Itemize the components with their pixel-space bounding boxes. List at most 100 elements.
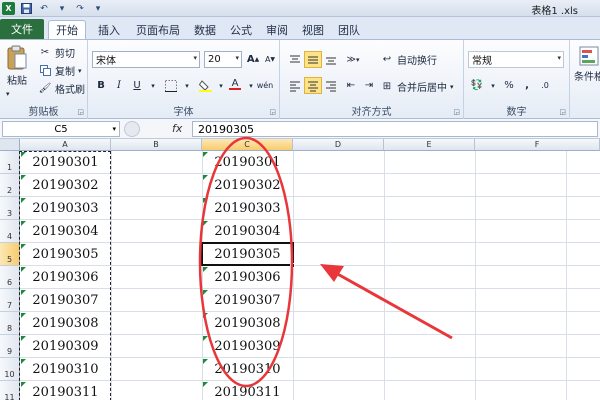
row-header-4[interactable]: 4 (0, 220, 20, 243)
cell-c6[interactable]: 20190306 (202, 266, 293, 289)
number-format-value: 常规 (472, 56, 492, 67)
cell-c7[interactable]: 20190307 (202, 289, 293, 312)
conditional-formatting-button[interactable]: 条件格 (574, 46, 600, 83)
cell-c3[interactable]: 20190303 (202, 197, 293, 220)
shrink-font-button[interactable]: A ▼ (261, 51, 279, 68)
tab-data[interactable]: 数据 (190, 20, 220, 39)
increase-indent-button[interactable]: ⇥ (360, 77, 378, 94)
alignment-dialog-launcher-icon[interactable]: ◲ (453, 108, 460, 116)
tab-view[interactable]: 视图 (298, 20, 328, 39)
italic-button[interactable]: I (110, 77, 128, 94)
row-header-3[interactable]: 3 (0, 197, 20, 220)
row-header-7[interactable]: 7 (0, 289, 20, 312)
wrap-text-button[interactable]: ↩ 自动换行 (380, 52, 437, 67)
percent-style-button[interactable]: % (500, 77, 518, 94)
customize-qat-icon[interactable]: ▾ (91, 2, 105, 15)
copy-button[interactable]: 复制 ▾ (38, 63, 82, 78)
excel-app-icon[interactable]: X (2, 2, 15, 15)
fill-bucket-icon (198, 80, 212, 92)
align-right-button[interactable] (322, 77, 340, 94)
tab-page-layout[interactable]: 页面布局 (130, 20, 186, 39)
name-box-value: C5 (54, 123, 68, 135)
cell-c4[interactable]: 20190304 (202, 220, 293, 243)
tab-review[interactable]: 审阅 (262, 20, 292, 39)
column-header-d[interactable]: D (293, 139, 384, 151)
row-header-10[interactable]: 10 (0, 358, 20, 381)
cell-c8[interactable]: 20190308 (202, 312, 293, 335)
column-header-f[interactable]: F (475, 139, 600, 151)
error-indicator-icon (203, 290, 208, 295)
align-bottom-button[interactable] (322, 51, 340, 68)
row-header-6[interactable]: 6 (0, 266, 20, 289)
formula-bar-resize-handle[interactable] (124, 121, 140, 137)
save-icon[interactable] (19, 2, 33, 15)
underline-dropdown-icon[interactable]: ▾ (144, 77, 162, 94)
bold-button[interactable]: B (92, 77, 110, 94)
column-header-a[interactable]: A (20, 139, 111, 151)
title-bar: X ↶ ▾ ↷ ▾ 表格1 .xls (0, 0, 600, 17)
align-center-button[interactable] (304, 77, 322, 94)
paste-dropdown-icon[interactable]: ▾ (6, 90, 10, 98)
borders-dropdown-icon[interactable]: ▾ (178, 77, 196, 94)
undo-dropdown-icon[interactable]: ▾ (55, 2, 69, 15)
cell-c10[interactable]: 20190310 (202, 358, 293, 381)
column-header-c[interactable]: C (202, 139, 293, 151)
comma-style-button[interactable]: , (518, 77, 536, 94)
align-middle-button[interactable] (304, 51, 322, 68)
font-name-select[interactable]: 宋体 ▾ (92, 51, 200, 68)
cell-c9[interactable]: 20190309 (202, 335, 293, 358)
error-indicator-icon (203, 152, 208, 157)
increase-decimal-button[interactable]: .0 (536, 77, 554, 94)
font-dialog-launcher-icon[interactable]: ◲ (269, 108, 276, 116)
grow-font-button[interactable]: A ▲ (244, 51, 262, 68)
fill-handle[interactable] (290, 263, 295, 268)
select-all-corner[interactable] (0, 139, 20, 151)
format-painter-button[interactable]: 🖌 格式刷 (38, 81, 85, 96)
row-header-5[interactable]: 5 (0, 243, 20, 266)
font-size-select[interactable]: 20 ▾ (204, 51, 242, 68)
tab-insert[interactable]: 插入 (92, 20, 126, 39)
tab-home[interactable]: 开始 (48, 20, 86, 39)
row-header-1[interactable]: 1 (0, 151, 20, 174)
orientation-button[interactable]: ≫ ▾ (344, 51, 362, 68)
font-color-swatch (229, 88, 241, 90)
alignment-group-label: 对齐方式 (351, 107, 392, 118)
column-header-b[interactable]: B (111, 139, 202, 151)
phonetic-button[interactable]: wén (256, 77, 274, 94)
active-cell-border (201, 242, 294, 266)
error-indicator-icon (203, 175, 208, 180)
column-header-e[interactable]: E (384, 139, 475, 151)
clipboard-group-label: 剪贴板 (28, 107, 59, 118)
row-header-2[interactable]: 2 (0, 174, 20, 197)
wrap-text-label: 自动换行 (397, 56, 437, 67)
cut-button[interactable]: ✂ 剪切 (38, 45, 75, 60)
row-header-11[interactable]: 11 (0, 381, 20, 400)
number-format-select[interactable]: 常规 ▾ (468, 51, 564, 68)
cut-label: 剪切 (55, 49, 75, 60)
merge-center-button[interactable]: ⊞ 合并后居中 ▾ (380, 79, 454, 94)
tab-team[interactable]: 团队 (334, 20, 364, 39)
paste-button[interactable]: 粘贴 (6, 45, 28, 87)
align-left-button[interactable] (286, 77, 304, 94)
undo-icon[interactable]: ↶ (37, 2, 51, 15)
row-header-9[interactable]: 9 (0, 335, 20, 358)
cell-c2[interactable]: 20190302 (202, 174, 293, 197)
group-styles: 条件格 (570, 40, 600, 120)
font-name-value: 宋体 (96, 56, 116, 67)
number-dialog-launcher-icon[interactable]: ◲ (559, 108, 566, 116)
clipboard-dialog-launcher-icon[interactable]: ◲ (77, 108, 84, 116)
decrease-indent-button[interactable]: ⇤ (342, 77, 360, 94)
formula-input[interactable]: 20190305 (192, 121, 598, 137)
redo-icon[interactable]: ↷ (73, 2, 87, 15)
tab-file[interactable]: 文件 (0, 19, 44, 39)
worksheet-grid[interactable]: A B C D E F 1 2 3 4 5 6 7 8 9 10 11 2019… (0, 139, 600, 400)
insert-function-icon[interactable]: fx (172, 122, 182, 135)
tab-formulas[interactable]: 公式 (226, 20, 256, 39)
copy-dropdown-icon[interactable]: ▾ (78, 67, 82, 75)
name-box[interactable]: C5 ▾ (2, 121, 120, 137)
align-top-button[interactable] (286, 51, 304, 68)
merge-dropdown-icon[interactable]: ▾ (450, 83, 454, 91)
cell-c1[interactable]: 20190301 (202, 151, 293, 174)
cell-c11[interactable]: 20190311 (202, 381, 293, 400)
row-header-8[interactable]: 8 (0, 312, 20, 335)
